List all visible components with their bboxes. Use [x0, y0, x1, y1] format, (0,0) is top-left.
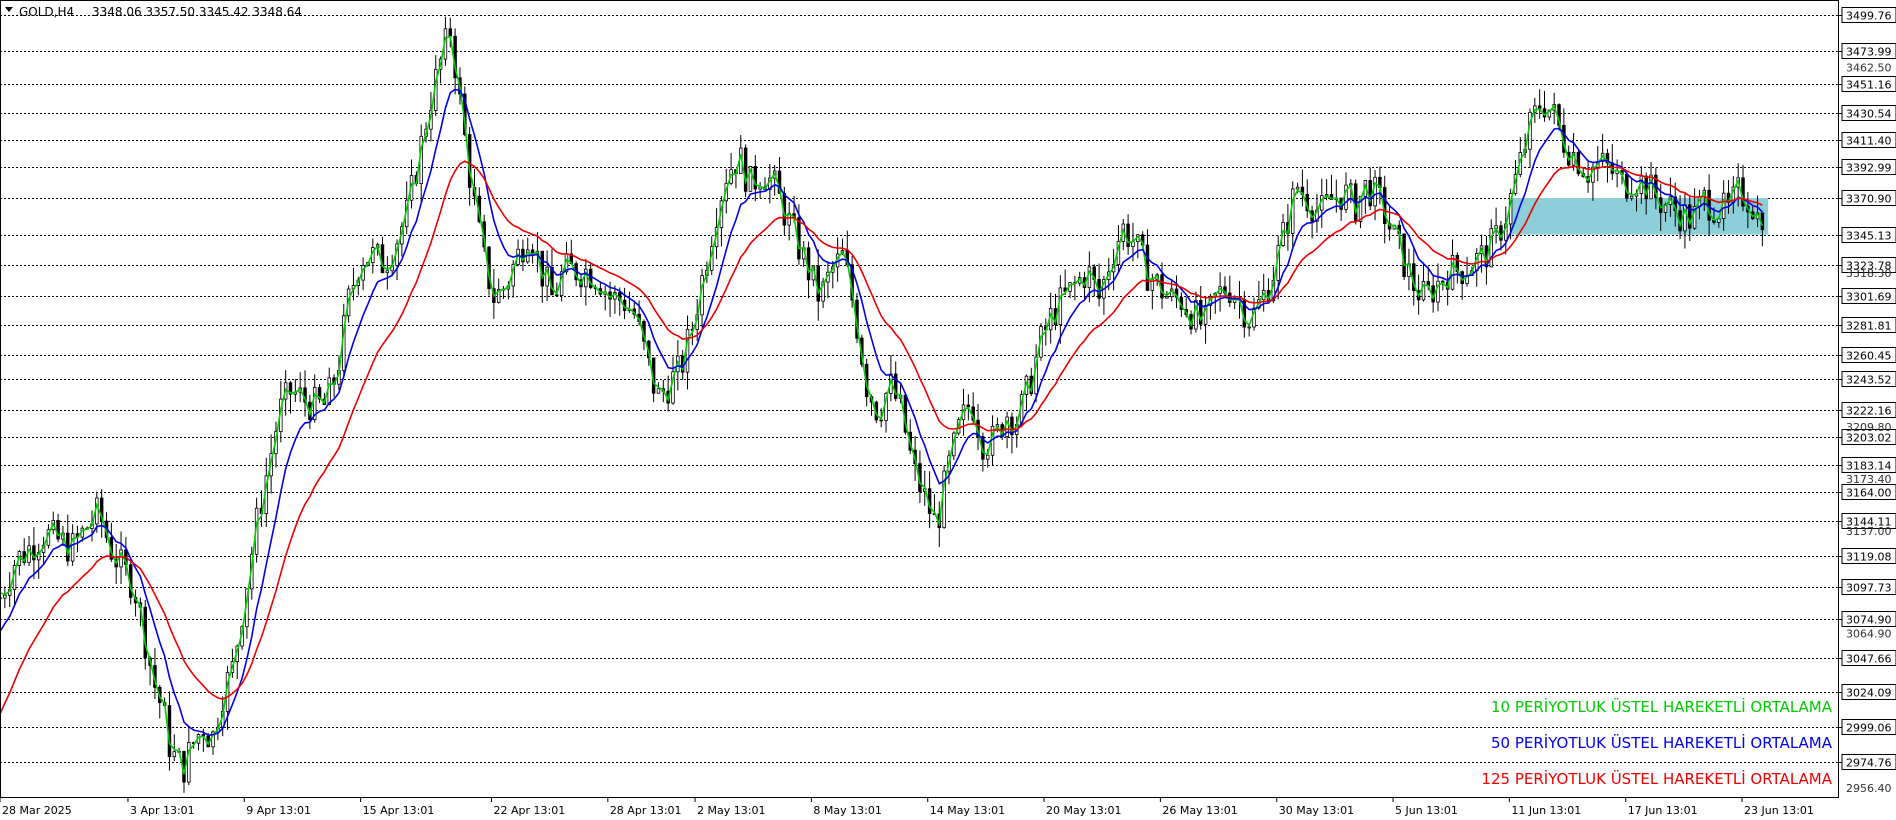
ohlc-values: 3348.06 3357.50 3345.42 3348.64 [92, 5, 302, 19]
time-label: 5 Jun 13:01 [1395, 804, 1458, 817]
time-label: 22 Apr 13:01 [493, 804, 565, 817]
price-label: 3074.90 [1846, 614, 1892, 627]
minor-price-label: 3173.40 [1846, 473, 1892, 486]
price-label: 3301.69 [1846, 291, 1892, 304]
legend-ema10: 10 PERİYOTLUK ÜSTEL HAREKETLİ ORTALAMA [1491, 697, 1833, 716]
minor-price-label: 3462.50 [1846, 62, 1892, 75]
candle-body [1058, 287, 1063, 326]
time-label: 2 May 13:01 [697, 804, 765, 817]
support-zone [1509, 197, 1769, 235]
price-label: 3473.99 [1846, 46, 1892, 59]
price-label: 3281.81 [1846, 320, 1892, 333]
price-label: 3243.52 [1846, 374, 1892, 387]
legend-ema50: 50 PERİYOTLUK ÜSTEL HAREKETLİ ORTALAMA [1491, 733, 1833, 752]
candle-body [327, 377, 331, 405]
candle-body [1760, 212, 1765, 231]
price-label: 3499.76 [1846, 10, 1892, 23]
candle-body [448, 28, 453, 37]
time-label: 26 May 13:01 [1162, 804, 1237, 817]
candle-body [1247, 326, 1251, 329]
price-label: 3047.66 [1846, 653, 1892, 666]
candle-body [1295, 186, 1300, 190]
price-label: 2999.06 [1846, 722, 1892, 735]
minor-price-label: 2956.40 [1846, 782, 1892, 795]
time-label: 17 Jun 13:01 [1628, 804, 1698, 817]
time-label: 28 Mar 2025 [2, 804, 72, 817]
price-label: 3345.13 [1846, 230, 1892, 243]
price-label: 3392.99 [1846, 162, 1892, 175]
price-label: 3370.90 [1846, 193, 1892, 206]
time-label: 20 May 13:01 [1046, 804, 1121, 817]
price-label: 3024.09 [1846, 687, 1892, 700]
candle-body [380, 244, 385, 274]
time-label: 11 Jun 13:01 [1511, 804, 1581, 817]
candle-body [1087, 266, 1092, 288]
candle-body [56, 520, 60, 540]
price-label: 2974.76 [1846, 757, 1892, 770]
time-label: 8 May 13:01 [813, 804, 881, 817]
candle-body [1165, 296, 1169, 299]
candle-body [1160, 274, 1164, 299]
time-label: 3 Apr 13:01 [130, 804, 195, 817]
symbol-label: GOLD,H4 [19, 5, 74, 19]
time-label: 14 May 13:01 [930, 804, 1005, 817]
zone-rect [1509, 197, 1769, 235]
candle-body [966, 404, 971, 408]
price-label: 3183.14 [1846, 460, 1892, 473]
candle-body [3, 594, 7, 599]
legend-ema125: 125 PERİYOTLUK ÜSTEL HAREKETLİ ORTALAMA [1481, 769, 1832, 788]
time-label: 30 May 13:01 [1279, 804, 1354, 817]
candle-body [743, 147, 748, 192]
price-label: 3119.08 [1846, 551, 1892, 564]
candle-body [1629, 195, 1634, 199]
price-label: 3260.45 [1846, 350, 1892, 363]
minor-price-label: 3064.90 [1846, 627, 1892, 640]
minor-price-label: 3209.80 [1846, 421, 1892, 434]
candle-body [1421, 281, 1426, 301]
candle-body [685, 328, 690, 373]
price-label: 3164.00 [1846, 487, 1892, 500]
minor-price-label: 3318.30 [1846, 267, 1892, 280]
candle-body [985, 454, 990, 460]
candle-body [1450, 254, 1455, 290]
price-label: 3222.16 [1846, 405, 1892, 418]
chart-header: GOLD,H4 3348.06 3357.50 3345.42 3348.64 [5, 5, 302, 19]
time-label: 23 Jun 13:01 [1744, 804, 1814, 817]
candle-body [385, 270, 390, 274]
price-chart[interactable]: 3499.76 3473.99 3451.16 3430.54 3411.40 3392.… [0, 0, 1896, 820]
price-label: 3097.73 [1846, 582, 1892, 595]
time-label: 9 Apr 13:01 [246, 804, 311, 817]
minor-price-label: 3137.00 [1846, 525, 1892, 538]
time-label: 15 Apr 13:01 [363, 804, 435, 817]
price-label: 3411.40 [1846, 135, 1892, 148]
legend: 10 PERİYOTLUK ÜSTEL HAREKETLİ ORTALAMA 5… [1481, 697, 1832, 788]
time-label: 28 Apr 13:01 [610, 804, 682, 817]
candle-body [1373, 176, 1377, 207]
candle-body [656, 388, 661, 394]
candle-body [172, 751, 177, 758]
price-label: 3451.16 [1846, 79, 1892, 92]
price-label: 3430.54 [1846, 108, 1892, 121]
